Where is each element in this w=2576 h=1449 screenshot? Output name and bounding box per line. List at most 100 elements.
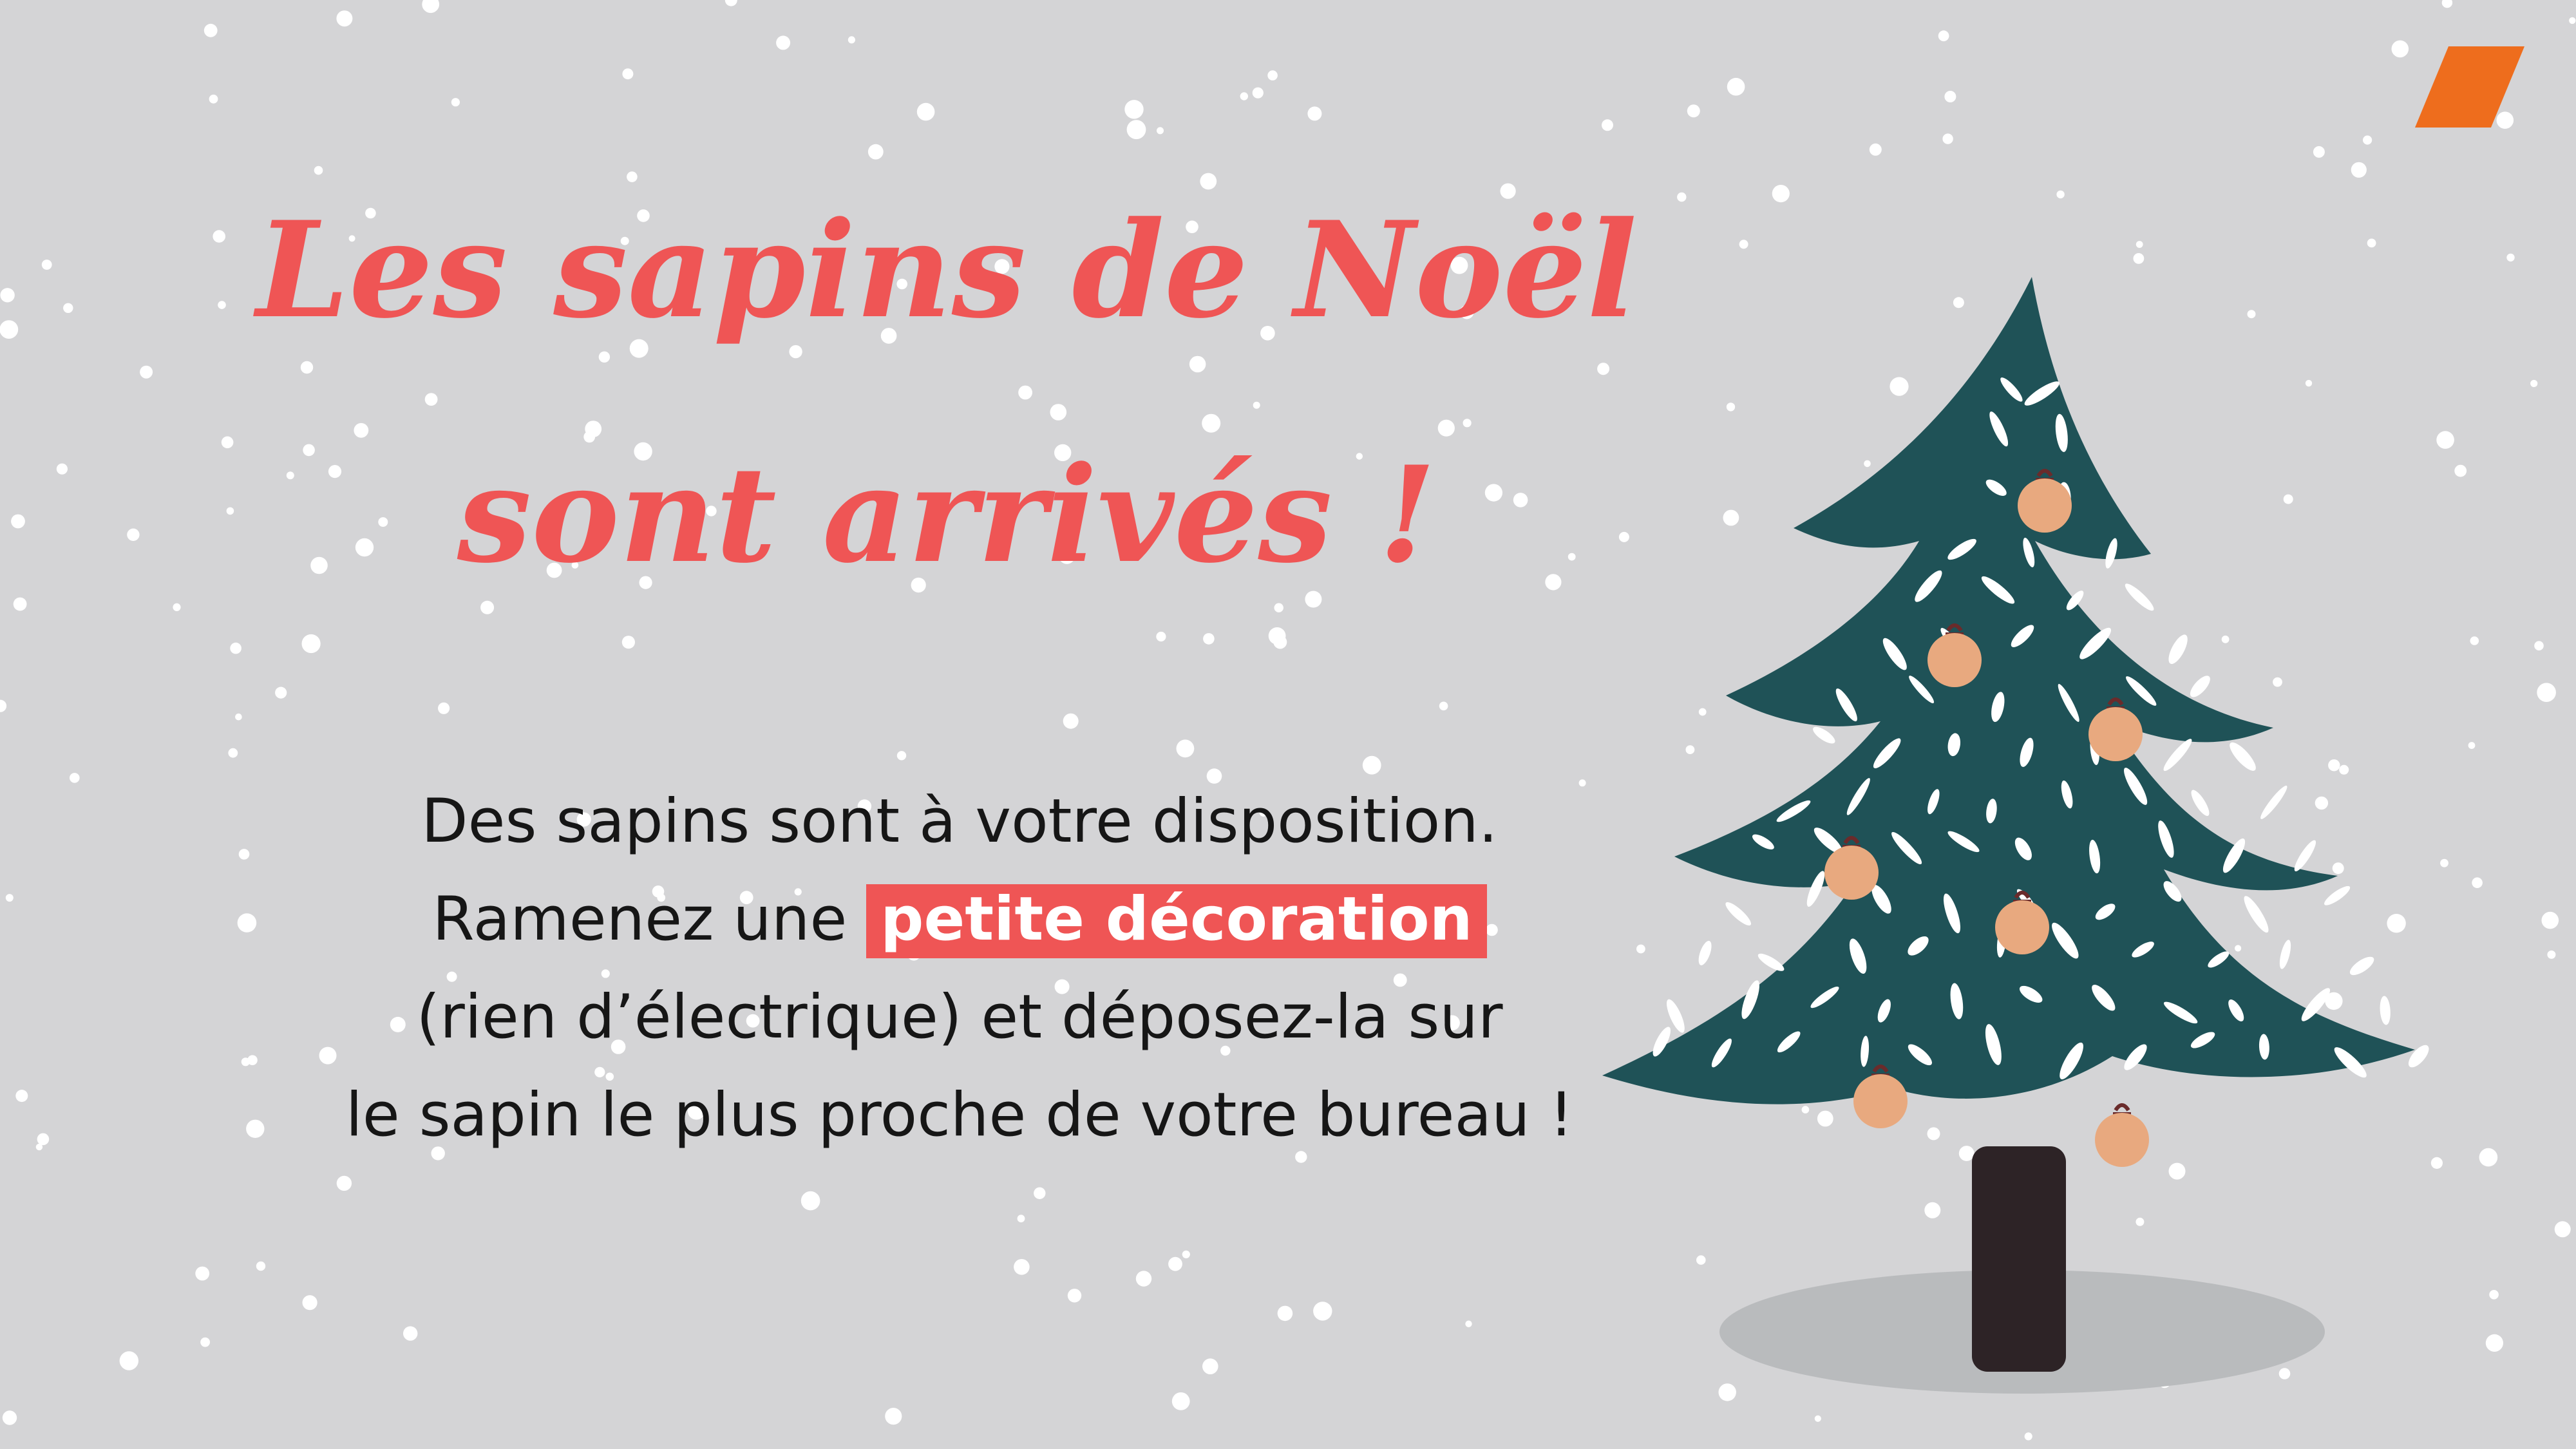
snow-dash <box>2408 1045 2429 1068</box>
snowflake <box>204 23 218 37</box>
ornament-icon <box>2095 1103 2149 1167</box>
snowflake <box>1252 87 1264 99</box>
snowflake <box>2468 742 2476 749</box>
brand-logo-icon <box>2415 46 2524 128</box>
snowflake <box>1171 1392 1190 1410</box>
snowflake <box>2056 190 2065 199</box>
snowflake <box>41 260 52 270</box>
snowflake <box>275 687 287 699</box>
snowflake <box>63 303 73 313</box>
tree-foliage <box>1602 277 2415 1104</box>
snowflake <box>2 1410 17 1425</box>
snowflake <box>2133 253 2145 264</box>
snowflake <box>2440 858 2448 867</box>
snowflake <box>2485 1334 2503 1352</box>
snowflake <box>195 1266 210 1281</box>
snowflake <box>885 1408 902 1425</box>
snowflake <box>15 1090 28 1103</box>
snowflake <box>1182 1250 1190 1258</box>
snowflake <box>2534 641 2544 650</box>
snowflake <box>1017 1215 1025 1223</box>
body-line-2-text: Ramenez une <box>432 884 867 954</box>
snowflake <box>2313 146 2325 158</box>
snowflake <box>422 0 440 14</box>
snowflake <box>1944 91 1956 102</box>
snowflake <box>1240 92 1249 100</box>
snow-dash <box>2349 956 2374 976</box>
snowflake <box>2537 683 2556 702</box>
snowflake <box>2436 431 2454 449</box>
christmas-slide: Les sapins de Noël sont arrivés ! Des sa… <box>0 0 2576 1449</box>
snowflake <box>1313 1302 1332 1321</box>
snowflake <box>0 699 7 712</box>
snowflake <box>2024 1432 2032 1441</box>
snow-dash <box>2380 996 2391 1025</box>
snowflake <box>451 98 460 107</box>
snowflake <box>1157 127 1164 135</box>
snowflake <box>336 10 353 27</box>
snowflake <box>228 748 238 758</box>
snowflake <box>2391 40 2409 58</box>
body-line-4: le sapin le plus proche de votre bureau … <box>345 1080 1574 1150</box>
announcement-text: Des sapins sont à votre disposition. Ram… <box>193 773 1726 1164</box>
snowflake <box>1063 713 1079 729</box>
snow-dash <box>2168 634 2188 664</box>
snowflake <box>11 514 25 529</box>
body-line-2: Ramenez une petite décoration <box>193 871 1726 969</box>
snowflake <box>5 894 14 902</box>
title-line-1: Les sapins de Noël <box>256 193 1638 348</box>
snow-dash <box>1757 953 1785 971</box>
snowflake <box>336 1175 352 1191</box>
snowflake <box>1814 1415 1821 1422</box>
snowflake <box>438 702 450 714</box>
snowflake <box>2530 379 2538 388</box>
snowflake <box>1267 70 1278 80</box>
snow-dash <box>1698 940 1712 965</box>
snowflake <box>2136 241 2143 248</box>
snowflake <box>2489 1290 2499 1300</box>
snowflake <box>2472 877 2483 888</box>
snowflake <box>1126 120 1146 140</box>
snowflake <box>0 288 15 303</box>
snowflake <box>1176 739 1195 758</box>
page-title: Les sapins de Noël sont arrivés ! <box>103 148 1790 638</box>
snowflake <box>2363 135 2372 145</box>
snowflake <box>1362 755 1381 775</box>
snowflake <box>916 102 935 121</box>
snowflake <box>2454 464 2467 477</box>
snowflake <box>0 320 19 339</box>
snow-dash <box>2163 739 2192 772</box>
snowflake <box>1124 100 1144 119</box>
snowflake <box>896 751 907 761</box>
snowflake <box>1869 143 1882 156</box>
snow-dash <box>1813 726 1835 744</box>
snowflake <box>2541 911 2559 929</box>
snowflake <box>1938 30 1949 42</box>
snowflake <box>119 1351 138 1370</box>
snowflake <box>256 1261 266 1271</box>
snowflake <box>230 642 242 654</box>
snowflake <box>2506 253 2515 262</box>
snowflake <box>1168 1256 1182 1271</box>
snowflake <box>200 1337 210 1347</box>
snowflake <box>13 597 27 611</box>
snowflake <box>622 68 634 80</box>
snowflake <box>56 463 68 475</box>
snowflake <box>1727 77 1745 96</box>
snow-dash <box>2279 940 2291 969</box>
snowflake <box>2470 636 2479 645</box>
snowflake <box>848 36 855 44</box>
body-line-1: Des sapins sont à votre disposition. <box>421 786 1498 857</box>
snowflake <box>1307 106 1322 121</box>
highlighted-phrase: petite décoration <box>866 884 1487 958</box>
snowflake <box>2441 0 2453 8</box>
snowflake <box>1439 701 1448 711</box>
snow-dash <box>2324 886 2351 905</box>
snowflake <box>776 35 791 50</box>
snow-dash <box>2294 840 2316 872</box>
title-line-2: sont arrivés ! <box>457 438 1437 592</box>
snowflake <box>35 1143 43 1151</box>
snowflake <box>1942 133 1953 144</box>
body-line-3: (rien d’électrique) et déposez-la sur <box>416 982 1503 1052</box>
snowflake <box>800 1191 820 1211</box>
